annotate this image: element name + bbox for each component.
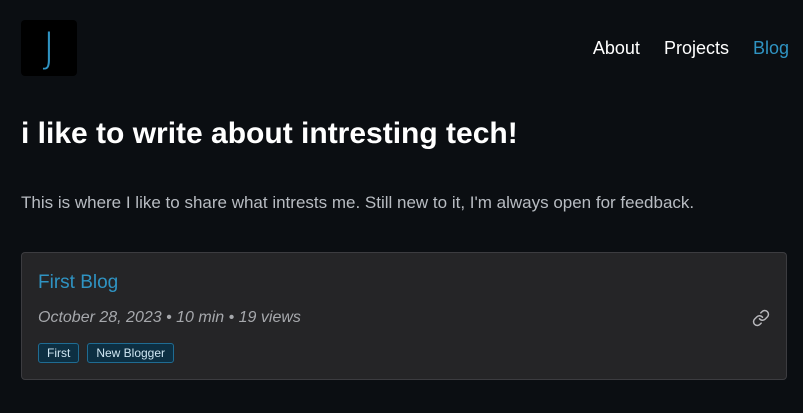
blog-post-tags: First New Blogger [38,343,175,363]
main-nav: About Projects Blog [593,37,789,59]
nav-blog-link[interactable]: Blog [753,37,789,59]
nav-about-link[interactable]: About [593,37,640,59]
page: J About Projects Blog i like to write ab… [0,0,803,413]
nav-projects-link[interactable]: Projects [664,37,729,59]
blog-post-meta: October 28, 2023 • 10 min • 19 views [38,309,301,326]
page-title: i like to write about intresting tech! [21,117,518,150]
blog-post-card[interactable]: First Blog October 28, 2023 • 10 min • 1… [21,252,787,380]
blog-post-title-link[interactable]: First Blog [38,272,118,294]
site-logo[interactable]: J [21,20,77,76]
tag-new-blogger[interactable]: New Blogger [87,343,175,363]
tag-first[interactable]: First [38,343,80,363]
page-intro: This is where I like to share what intre… [21,193,695,212]
link-icon[interactable] [752,309,770,327]
